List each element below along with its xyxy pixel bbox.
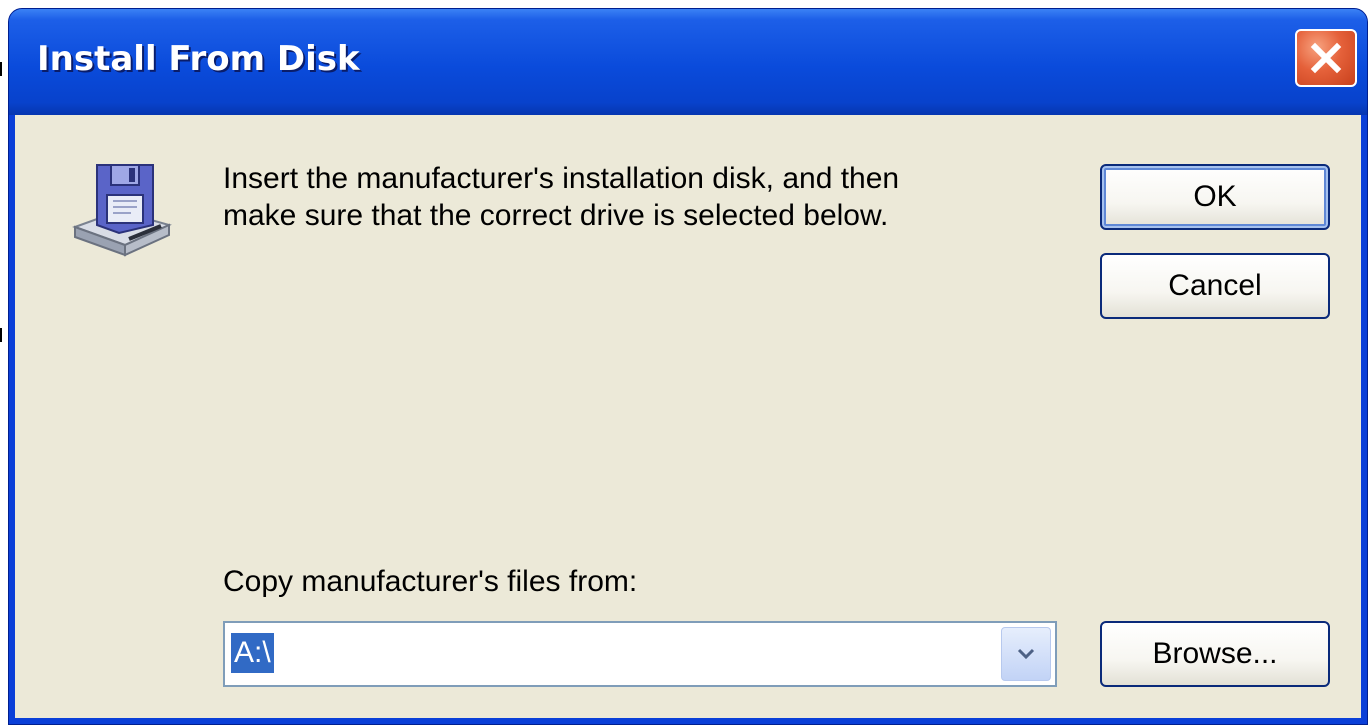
install-from-disk-dialog: Install From Disk Insert the manufacture…: [8, 8, 1368, 725]
floppy-disk-drive-icon: [67, 155, 177, 270]
close-button[interactable]: [1295, 29, 1357, 87]
screen: Install From Disk Insert the manufacture…: [0, 0, 1370, 727]
chevron-down-icon: [1017, 648, 1035, 660]
ok-button[interactable]: OK: [1100, 164, 1330, 230]
instruction-text: Insert the manufacturer's installation d…: [223, 160, 1043, 234]
path-value[interactable]: A:\: [231, 633, 274, 673]
dropdown-button[interactable]: [1001, 627, 1051, 681]
copy-from-path-combobox[interactable]: A:\: [223, 621, 1057, 687]
title-bar[interactable]: Install From Disk: [9, 9, 1367, 115]
cancel-button[interactable]: Cancel: [1100, 253, 1330, 319]
dialog-body: Insert the manufacturer's installation d…: [15, 115, 1361, 718]
browse-button[interactable]: Browse...: [1100, 621, 1330, 687]
copy-from-label: Copy manufacturer's files from:: [223, 565, 638, 598]
instruction-line-1: Insert the manufacturer's installation d…: [223, 162, 900, 195]
window-title: Install From Disk: [37, 39, 360, 79]
close-icon: [1310, 42, 1342, 74]
instruction-line-2: make sure that the correct drive is sele…: [223, 199, 889, 232]
